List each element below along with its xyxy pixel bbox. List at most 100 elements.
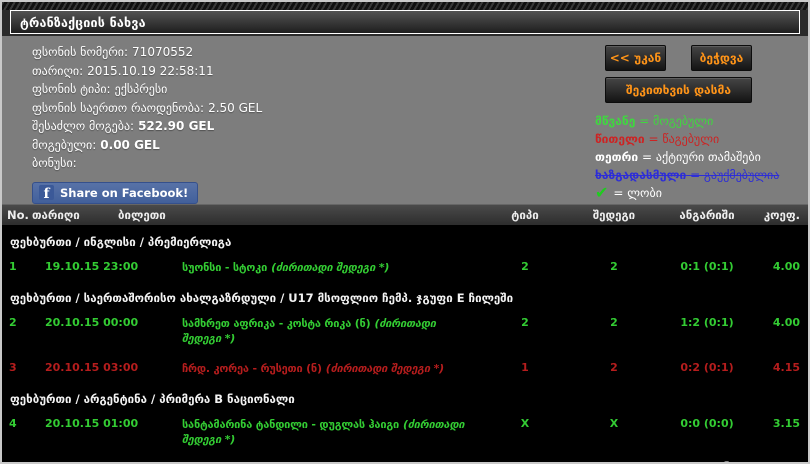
row-number: 3 bbox=[9, 360, 17, 374]
legend-lost: წითელი = წაგებული bbox=[595, 130, 800, 148]
legend-won: მწვანე = მოგებული bbox=[595, 112, 800, 130]
checkmark-icon: ✔ bbox=[595, 183, 609, 202]
legend-live-text: = ლობი bbox=[613, 186, 662, 200]
actions-and-legend: << უკან ბეჭდვა შეკითხვის დასმა მწვანე = … bbox=[595, 43, 800, 204]
legend-cancelled: ხაზგადასმული = გაუქმებულია bbox=[595, 166, 800, 184]
row-coef: 4.00 bbox=[772, 315, 800, 329]
total-coefficient: კოეფიციენტი: 209.16 bbox=[2, 454, 808, 463]
row-market: (ძირითადი შედეგი *) bbox=[325, 361, 444, 375]
table-row: 3 20.10.15 03:00 ჩრდ. კორეა - რუსეთი (ნ)… bbox=[2, 353, 808, 383]
row-market: (ძირითადი შედეგი *) bbox=[271, 260, 390, 274]
row-ticket: ჩრდ. კორეა - რუსეთი (ნ) (ძირითადი შედეგი … bbox=[140, 361, 484, 376]
row-coef: 3.15 bbox=[772, 416, 800, 430]
legend-active-term: თეთრი bbox=[595, 150, 639, 164]
top-stripe-decoration bbox=[2, 2, 808, 10]
bet-info-panel: ფსონის ნომერი: 71070552 თარიღი: 2015.10.19… bbox=[2, 36, 808, 204]
row-result: 2 bbox=[610, 259, 618, 273]
row-type: 2 bbox=[521, 315, 529, 329]
row-number: 1 bbox=[9, 259, 17, 273]
bet-number-label: ფსონის ნომერი: bbox=[32, 45, 129, 59]
print-button[interactable]: ბეჭდვა bbox=[691, 45, 752, 71]
row-match: სამხრეთ აფრიკა - კოსტა რიკა (ნ) bbox=[182, 316, 371, 330]
row-date: 20.10.15 01:00 bbox=[45, 416, 139, 430]
legend-live: ✔ = ლობი bbox=[595, 184, 800, 202]
legend-won-term: მწვანე bbox=[595, 114, 636, 128]
possible-win-line: შესაძლო მოგება: 522.90 GEL bbox=[32, 117, 595, 136]
back-button[interactable]: << უკან bbox=[605, 45, 666, 71]
table-row: 4 20.10.15 01:00 სანტამარინა ტანდილი - დ… bbox=[2, 409, 808, 454]
row-ticket: სამხრეთ აფრიკა - კოსტა რიკა (ნ) (ძირითადი… bbox=[140, 316, 484, 346]
table-row: 1 19.10.15 23:00 სუონსი - სტოკი (ძირითადი… bbox=[2, 252, 808, 282]
bet-type-line: ფსონის ტიპი: ექსპრესი bbox=[32, 80, 595, 99]
bet-number-line: ფსონის ნომერი: 71070552 bbox=[32, 43, 595, 62]
share-facebook-label: Share on Facebook! bbox=[60, 185, 189, 200]
legend-won-text: = მოგებული bbox=[639, 114, 714, 128]
league-section-header: ფეხბურთი / ინგლისი / პრემიერლიგა bbox=[10, 234, 232, 249]
row-coef: 4.00 bbox=[772, 259, 800, 273]
bet-date-value: 2015.10.19 22:58:11 bbox=[87, 63, 214, 78]
row-ticket: სუონსი - სტოკი (ძირითადი შედეგი *) bbox=[140, 260, 484, 275]
bet-amount-line: ფსონის საერთო რაოდენობა: 2.50 GEL bbox=[32, 99, 595, 118]
table-header: No. თარიღი ბილეთი ტიპი შედეგი ანგარიში კ… bbox=[2, 203, 808, 226]
page-title: ტრანზაქციის ნახვა bbox=[10, 10, 800, 34]
legend-lost-term: წითელი bbox=[595, 132, 645, 146]
row-type: X bbox=[520, 416, 530, 430]
col-header-coef: კოეფ. bbox=[763, 207, 800, 222]
legend-cancelled-term: ხაზგადასმული bbox=[595, 168, 687, 182]
table-row: 2 20.10.15 00:00 სამხრეთ აფრიკა - კოსტა … bbox=[2, 308, 808, 353]
row-score: 0:2 (0:1) bbox=[680, 360, 734, 374]
row-match: ჩრდ. კორეა - რუსეთი (ნ) bbox=[182, 361, 322, 375]
col-header-date: თარიღი bbox=[32, 207, 80, 222]
row-number: 2 bbox=[9, 315, 17, 329]
row-score: 1:2 (0:1) bbox=[680, 315, 734, 329]
row-coef: 4.15 bbox=[772, 360, 800, 374]
total-coefficient-label: კოეფიციენტი: bbox=[662, 460, 750, 463]
row-date: 20.10.15 03:00 bbox=[45, 360, 139, 374]
bet-details: ფსონის ნომერი: 71070552 თარიღი: 2015.10.19… bbox=[32, 43, 595, 204]
bonus-label: ბონუსი: bbox=[32, 156, 77, 170]
col-header-score: ანგარიში bbox=[679, 207, 735, 222]
total-coefficient-value: 209.16 bbox=[754, 460, 800, 463]
league-section-header: ფეხბურთი / საერთაშორისო ახალგაზრდული / U… bbox=[10, 290, 514, 305]
share-facebook-button[interactable]: f Share on Facebook! bbox=[32, 181, 199, 204]
bet-amount-label: ფსონის საერთო რაოდენობა: bbox=[32, 100, 205, 115]
col-header-ticket: ბილეთი bbox=[118, 207, 166, 222]
bet-date-label: თარიღი: bbox=[32, 63, 84, 78]
row-ticket: სანტამარინა ტანდილი - დუგლას ჰაიგი (ძირით… bbox=[140, 417, 484, 447]
possible-win-label: შესაძლო მოგება: bbox=[32, 119, 135, 133]
transaction-view-page: ტრანზაქციის ნახვა ფსონის ნომერი: 71070552… bbox=[0, 0, 810, 464]
bonus-line: ბონუსი: bbox=[32, 154, 595, 173]
won-amount-line: მოგებული: 0.00 GEL bbox=[32, 136, 595, 155]
row-match: სუონსი - სტოკი bbox=[182, 260, 268, 274]
legend-active-text: = აქტიური თამაშები bbox=[642, 150, 761, 164]
ask-question-button[interactable]: შეკითხვის დასმა bbox=[605, 77, 752, 103]
row-score: 0:0 (0:0) bbox=[680, 416, 734, 430]
won-amount-label: მოგებული: bbox=[32, 137, 97, 152]
row-type: 2 bbox=[521, 259, 529, 273]
col-header-no: No. bbox=[7, 207, 29, 222]
legend-lost-text: = წაგებული bbox=[648, 132, 720, 146]
bet-date-line: თარიღი: 2015.10.19 22:58:11 bbox=[32, 62, 595, 81]
bet-number-value: 71070552 bbox=[132, 45, 194, 59]
facebook-icon: f bbox=[39, 185, 54, 202]
legend-cancelled-text: = გაუქმებულია bbox=[690, 168, 780, 182]
possible-win-value: 522.90 GEL bbox=[138, 119, 215, 133]
row-result: X bbox=[609, 416, 619, 430]
row-match: სანტამარინა ტანდილი - დუგლას ჰაიგი bbox=[182, 417, 399, 431]
row-number: 4 bbox=[9, 416, 17, 430]
color-legend: მწვანე = მოგებული წითელი = წაგებული თეთრ… bbox=[595, 112, 800, 202]
legend-active: თეთრი = აქტიური თამაშები bbox=[595, 148, 800, 166]
row-date: 19.10.15 23:00 bbox=[45, 259, 139, 273]
col-header-result: შედეგი bbox=[592, 207, 636, 222]
bet-amount-value: 2.50 GEL bbox=[208, 100, 263, 115]
league-section-header: ფეხბურთი / არგენტინა / პრიმერა B ნაციონა… bbox=[10, 391, 295, 406]
row-score: 0:1 (0:1) bbox=[680, 259, 734, 273]
row-result: 2 bbox=[610, 315, 618, 329]
action-buttons-row: << უკან ბეჭდვა bbox=[605, 45, 800, 71]
row-result: 2 bbox=[610, 360, 618, 374]
table-body: ფეხბურთი / ინგლისი / პრემიერლიგა 1 19.10… bbox=[2, 226, 808, 463]
row-type: 1 bbox=[521, 360, 529, 374]
row-date: 20.10.15 00:00 bbox=[45, 315, 139, 329]
bet-type-label: ფსონის ტიპი: bbox=[32, 82, 111, 96]
won-amount-value: 0.00 GEL bbox=[100, 137, 160, 152]
